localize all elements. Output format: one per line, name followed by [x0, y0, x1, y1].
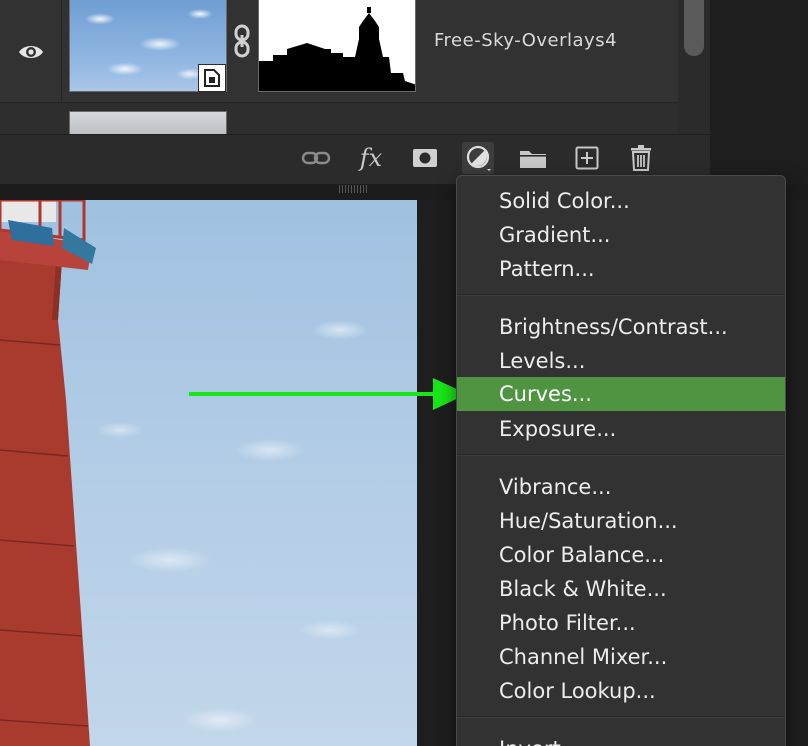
smart-object-icon	[204, 69, 220, 87]
menu-item-color-lookup[interactable]: Color Lookup...	[457, 674, 785, 708]
menu-item-hue-saturation[interactable]: Hue/Saturation...	[457, 504, 785, 538]
menu-item-levels[interactable]: Levels...	[457, 344, 785, 378]
fx-icon: fx	[359, 144, 383, 172]
menu-item-channel-mixer[interactable]: Channel Mixer...	[457, 640, 785, 674]
menu-item-pattern[interactable]: Pattern...	[457, 252, 785, 286]
visibility-toggle[interactable]	[0, 0, 62, 103]
menu-item-brightness-contrast[interactable]: Brightness/Contrast...	[457, 310, 785, 344]
link-icon	[301, 151, 331, 165]
new-layer-button[interactable]	[571, 142, 603, 174]
eye-icon	[18, 45, 43, 58]
lighthouse-silhouette	[259, 7, 415, 91]
adjustment-layer-menu: Solid Color... Gradient... Pattern... Br…	[456, 175, 786, 746]
layer-style-button[interactable]: fx	[355, 142, 387, 174]
annotation-arrow	[189, 392, 435, 396]
menu-item-invert[interactable]: Invert	[457, 732, 785, 746]
menu-item-solid-color[interactable]: Solid Color...	[457, 184, 785, 218]
smart-object-badge	[198, 64, 226, 92]
delete-layer-button[interactable]	[625, 142, 657, 174]
adjustment-icon	[466, 145, 491, 171]
menu-item-vibrance[interactable]: Vibrance...	[457, 470, 785, 504]
new-layer-icon	[575, 146, 599, 170]
chain-link-icon[interactable]	[231, 24, 253, 58]
adjustment-layer-button[interactable]	[462, 142, 494, 174]
add-mask-button[interactable]	[409, 142, 441, 174]
new-group-button[interactable]	[517, 142, 549, 174]
menu-item-black-white[interactable]: Black & White...	[457, 572, 785, 606]
menu-separator	[457, 716, 785, 718]
menu-item-color-balance[interactable]: Color Balance...	[457, 538, 785, 572]
lighthouse-photo	[0, 200, 96, 746]
menu-item-curves[interactable]: Curves...	[457, 377, 785, 411]
layer-name[interactable]: Free-Sky-Overlays4	[434, 30, 617, 51]
trash-icon	[631, 145, 651, 171]
menu-item-exposure[interactable]: Exposure...	[457, 412, 785, 446]
mask-icon	[413, 149, 437, 167]
panel-scrollbar-thumb[interactable]	[684, 0, 704, 56]
panel-resize-grip[interactable]	[333, 184, 373, 194]
menu-item-gradient[interactable]: Gradient...	[457, 218, 785, 252]
menu-separator	[457, 454, 785, 456]
menu-item-photo-filter[interactable]: Photo Filter...	[457, 606, 785, 640]
document-image[interactable]	[0, 200, 417, 746]
folder-icon	[520, 151, 546, 168]
link-layers-button[interactable]	[300, 142, 332, 174]
menu-separator	[457, 294, 785, 296]
layer-mask-thumbnail[interactable]	[258, 0, 416, 92]
